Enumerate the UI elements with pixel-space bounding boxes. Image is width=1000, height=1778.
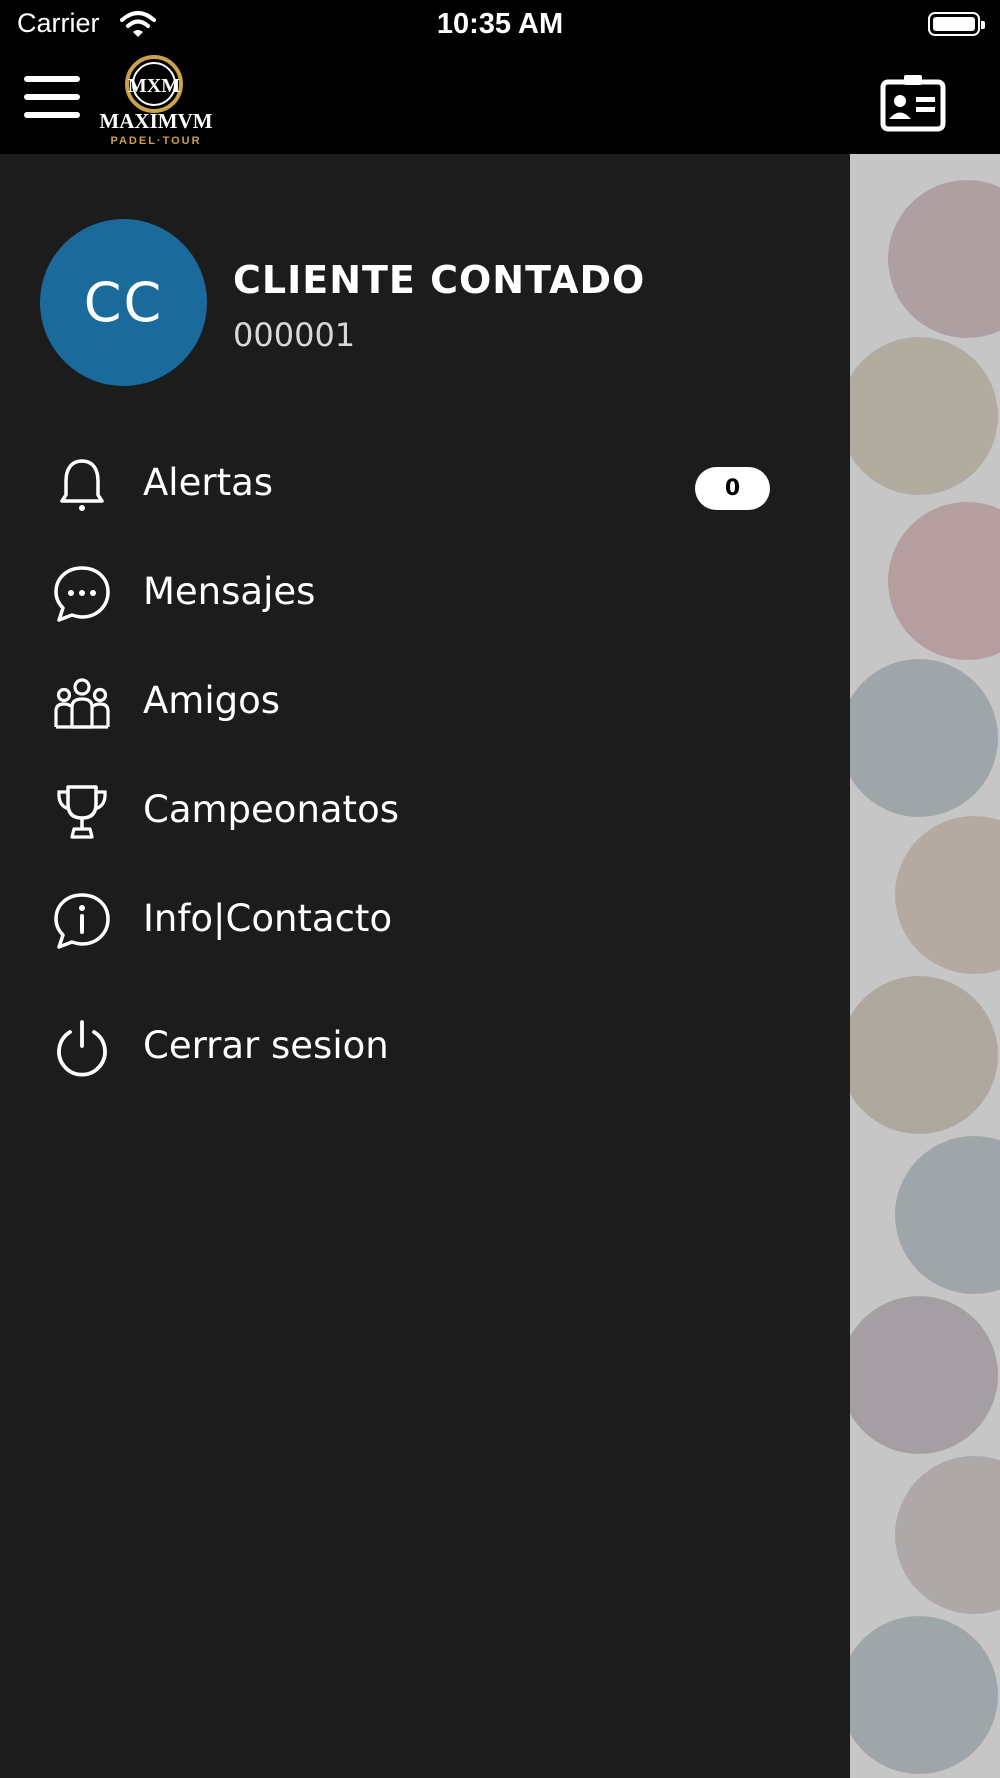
menu-item-info-contacto[interactable]: Info|Contacto bbox=[0, 875, 850, 965]
chat-bubble-icon bbox=[54, 566, 110, 622]
maximvm-padel-tour-logo: MXM MAXIMVM PADEL·TOUR bbox=[99, 55, 213, 147]
bell-icon bbox=[60, 459, 104, 511]
menu-item-campeonatos[interactable]: Campeonatos bbox=[0, 766, 850, 856]
menu-item-label: Mensajes bbox=[143, 570, 316, 613]
battery-icon bbox=[928, 12, 985, 36]
power-icon bbox=[57, 1020, 107, 1077]
svg-text:PADEL·TOUR: PADEL·TOUR bbox=[110, 135, 201, 147]
background-content bbox=[850, 154, 1000, 1778]
info-bubble-icon bbox=[54, 893, 110, 949]
user-id: 000001 bbox=[233, 316, 356, 354]
user-name: CLIENTE CONTADO bbox=[233, 258, 646, 302]
menu-item-alertas[interactable]: Alertas 0 bbox=[0, 439, 850, 529]
menu-item-label: Info|Contacto bbox=[143, 897, 393, 940]
top-nav-bar: MXM MAXIMVM PADEL·TOUR bbox=[0, 50, 1000, 154]
svg-text:MXM: MXM bbox=[128, 75, 180, 97]
menu-toggle-button[interactable] bbox=[24, 76, 80, 118]
menu-item-label: Campeonatos bbox=[143, 788, 399, 831]
menu-item-label: Amigos bbox=[143, 679, 281, 722]
menu-item-label: Alertas bbox=[143, 461, 274, 504]
trophy-icon bbox=[57, 785, 107, 839]
side-drawer: CC CLIENTE CONTADO 000001 Alertas 0 Mens… bbox=[0, 154, 850, 1778]
svg-text:MAXIMVM: MAXIMVM bbox=[99, 109, 212, 133]
menu-item-mensajes[interactable]: Mensajes bbox=[0, 548, 850, 638]
menu-item-amigos[interactable]: Amigos bbox=[0, 657, 850, 747]
avatar[interactable]: CC bbox=[40, 219, 207, 386]
group-icon bbox=[54, 678, 110, 729]
id-card-icon[interactable] bbox=[880, 72, 946, 132]
status-bar: Carrier 10:35 AM bbox=[0, 0, 1000, 50]
alert-count-badge: 0 bbox=[695, 467, 770, 510]
menu-item-label: Cerrar sesion bbox=[143, 1024, 389, 1067]
menu-item-cerrar-sesion[interactable]: Cerrar sesion bbox=[0, 1002, 850, 1092]
clock: 10:35 AM bbox=[436, 8, 564, 40]
